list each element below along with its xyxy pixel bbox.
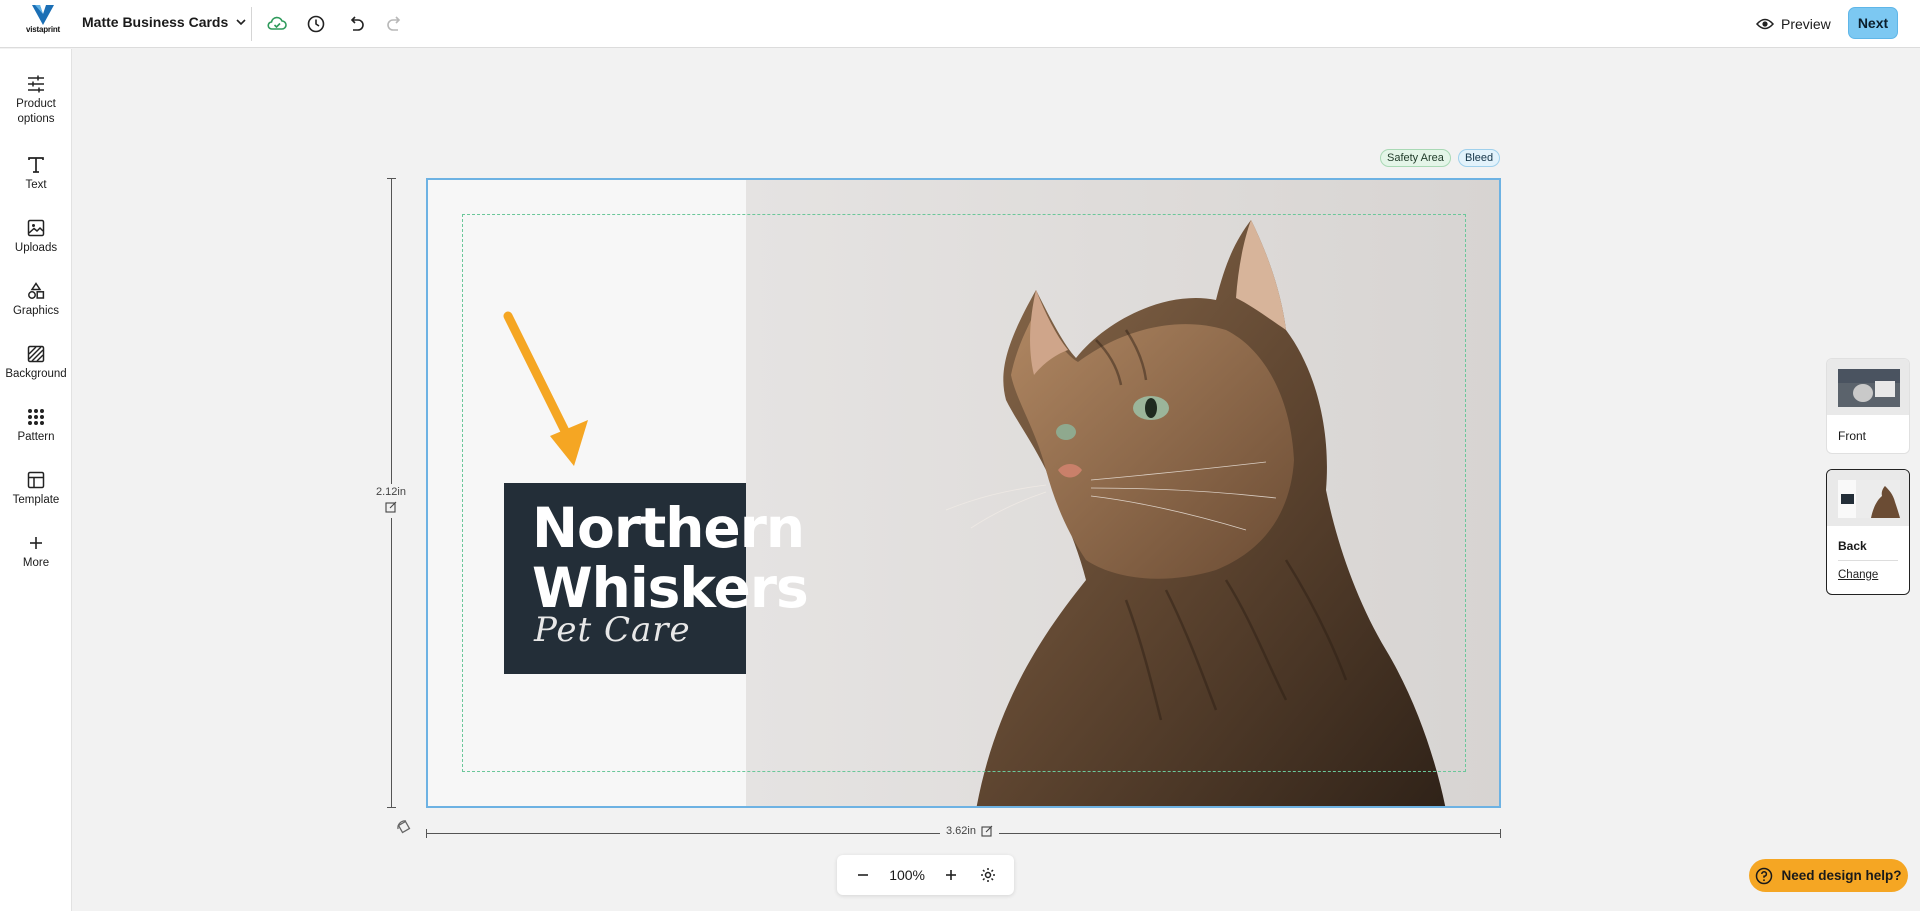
next-button[interactable]: Next <box>1848 7 1898 39</box>
history-icon[interactable] <box>304 12 328 36</box>
height-label: 2.12in <box>376 486 406 498</box>
business-name-line-1: Northern <box>532 496 805 560</box>
shapes-icon <box>28 282 45 299</box>
sidebar-item-label: Text <box>25 179 47 191</box>
sidebar-item-pattern[interactable]: Pattern <box>0 408 72 445</box>
design-help-button[interactable]: Need design help? <box>1749 859 1908 892</box>
image-icon <box>27 219 45 237</box>
sliders-icon <box>28 75 44 93</box>
vistaprint-logo[interactable]: vistaprint <box>20 5 66 43</box>
plus-icon <box>945 870 956 880</box>
page-back[interactable]: Back Change <box>1826 469 1910 595</box>
cloud-save-icon[interactable] <box>265 12 289 36</box>
sidebar-item-graphics[interactable]: Graphics <box>0 282 72 319</box>
background-icon <box>27 345 45 363</box>
logo-mark-icon <box>32 5 54 25</box>
top-bar: vistaprint Matte Business Cards Preview … <box>0 0 1920 48</box>
safety-area-badge[interactable]: Safety Area <box>1380 149 1451 167</box>
edit-height-icon[interactable] <box>385 501 397 513</box>
sidebar-item-product-options[interactable]: Product options <box>0 75 72 127</box>
width-dimension[interactable]: 3.62in <box>940 825 999 837</box>
pointer-arrow-icon <box>503 311 588 466</box>
business-name-text[interactable]: Northern Whiskers <box>532 496 809 620</box>
rotate-card-icon[interactable] <box>396 819 412 835</box>
eye-icon <box>1756 18 1774 30</box>
canvas-settings-button[interactable] <box>977 864 999 886</box>
cat-photo[interactable] <box>746 180 1499 806</box>
sidebar-item-template[interactable]: Template <box>0 471 72 508</box>
height-dimension[interactable]: 2.12in <box>374 484 408 518</box>
sidebar-item-label: Product options <box>16 98 56 125</box>
page-front[interactable]: Front <box>1826 358 1910 454</box>
plus-icon <box>30 537 42 549</box>
sidebar-item-text[interactable]: Text <box>0 156 72 193</box>
sidebar-item-label: More <box>22 557 50 569</box>
left-sidebar: Product options Text Uploads Graphics Ba… <box>0 49 72 911</box>
zoom-toolbar: 100% <box>837 855 1014 895</box>
back-thumbnail <box>1827 470 1909 526</box>
bleed-badge[interactable]: Bleed <box>1458 149 1501 167</box>
front-label: Front <box>1838 429 1867 443</box>
edit-width-icon[interactable] <box>981 825 993 837</box>
sidebar-item-background[interactable]: Background <box>0 345 72 382</box>
chevron-down-icon <box>236 18 246 25</box>
preview-button[interactable]: Preview <box>1756 12 1831 36</box>
gear-icon <box>980 868 995 882</box>
sidebar-item-more[interactable]: More <box>0 534 72 571</box>
undo-icon[interactable] <box>344 12 368 36</box>
question-icon <box>1756 867 1773 884</box>
sidebar-item-label: Template <box>12 494 60 506</box>
sidebar-item-label: Graphics <box>12 305 60 317</box>
zoom-in-button[interactable] <box>940 864 962 886</box>
pattern-icon <box>28 409 44 425</box>
back-divider <box>1838 560 1898 561</box>
header-divider <box>251 7 252 41</box>
template-icon <box>27 471 45 489</box>
redo-icon[interactable] <box>383 12 407 36</box>
sidebar-item-uploads[interactable]: Uploads <box>0 219 72 256</box>
tagline-text[interactable]: Pet Care <box>534 610 691 650</box>
product-title-dropdown[interactable]: Matte Business Cards <box>82 14 246 30</box>
design-canvas[interactable]: Northern Whiskers Pet Care <box>426 178 1501 808</box>
minus-icon <box>858 874 869 876</box>
text-icon <box>28 157 44 173</box>
front-thumbnail <box>1827 359 1909 415</box>
preview-label: Preview <box>1781 16 1831 32</box>
change-back-link[interactable]: Change <box>1838 569 1878 581</box>
width-label: 3.62in <box>946 825 976 837</box>
business-name-line-2: Whiskers <box>532 556 809 620</box>
design-help-label: Need design help? <box>1781 868 1902 883</box>
sidebar-item-label: Background <box>5 368 67 380</box>
zoom-out-button[interactable] <box>852 864 874 886</box>
zoom-level[interactable]: 100% <box>889 867 925 883</box>
product-title: Matte Business Cards <box>82 14 229 30</box>
sidebar-item-label: Uploads <box>14 242 58 254</box>
sidebar-item-label: Pattern <box>17 431 55 443</box>
back-label: Back <box>1838 539 1867 553</box>
cat-illustration <box>945 220 1446 806</box>
logo-text: vistaprint <box>25 25 60 34</box>
